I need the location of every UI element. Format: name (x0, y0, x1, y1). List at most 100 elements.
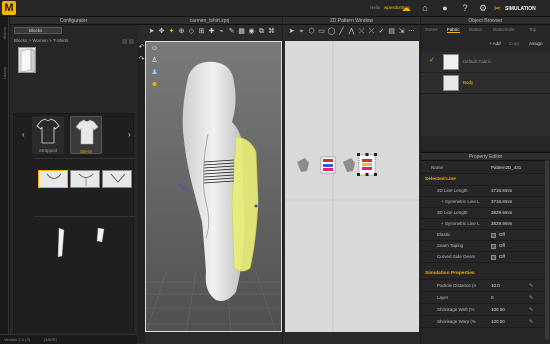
property-key: Seam Taping (437, 243, 464, 248)
property-editor-scrollbar[interactable] (545, 160, 549, 340)
garment-view-icon[interactable]: ♙ (150, 56, 159, 65)
block-thumbnail[interactable] (18, 47, 36, 73)
breadcrumb[interactable]: Blocks > Woman > T-Shirts (14, 38, 68, 43)
property-value[interactable]: 0 (491, 293, 494, 303)
pattern-piece-front (320, 156, 336, 174)
pin-tool-icon[interactable]: ⊕ (177, 27, 186, 36)
divider (34, 216, 134, 217)
sleeve-variant-long[interactable] (54, 226, 68, 260)
grid-view-button[interactable] (122, 39, 127, 44)
account-icon[interactable]: ● (440, 2, 450, 14)
side-panel-strip: History Library (0, 17, 9, 344)
tape-tool-icon[interactable]: ▤ (387, 27, 396, 36)
seam-taping-toggle[interactable] (491, 244, 496, 249)
copy-fabric-button[interactable]: Copy (509, 41, 520, 46)
2d-toolbar: ➤ ⌖ ⬡ ▭ ◯ ╱ ⋀ ⤬ ⤫ ✓ ▤ ⇲ ⋯ (285, 27, 419, 39)
avatar-view-icon[interactable]: ☺ (150, 44, 159, 53)
free-sewing-tool-icon[interactable]: ⤫ (367, 27, 376, 36)
measure-tool-icon[interactable]: ⌁ (217, 27, 226, 36)
tab-fabric[interactable]: Fabric (447, 26, 460, 33)
list-view-button[interactable] (129, 39, 134, 44)
fabric-swatch (443, 75, 459, 91)
property-value[interactable]: 10.0 (491, 281, 500, 291)
assign-fabric-button[interactable]: Assign (529, 41, 543, 46)
section-header[interactable]: Simulation Properties (421, 269, 545, 280)
tab-button[interactable]: Button (469, 26, 482, 33)
pattern-more-tool-icon[interactable]: ⋯ (407, 27, 416, 36)
simulation-mode-label[interactable]: SIMULATION (505, 6, 536, 12)
help-icon[interactable]: ? (460, 2, 470, 14)
fabric-swatch (443, 54, 459, 70)
property-row: 3D Line Length 3829.9mm (421, 208, 545, 219)
style-card-strapped[interactable]: Strapped (32, 116, 64, 154)
segment-sewing-tool-icon[interactable]: ⤬ (357, 27, 366, 36)
property-value[interactable]: 3829.9mm (491, 208, 512, 218)
brush-tool-icon[interactable]: ✎ (227, 27, 236, 36)
tack-tool-icon[interactable]: ✚ (207, 27, 216, 36)
polygon-tool-icon[interactable]: ⬡ (307, 27, 316, 36)
edit-icon[interactable]: ✎ (529, 293, 533, 303)
home-icon[interactable]: ⌂ (420, 2, 430, 14)
property-value[interactable]: 100.00 (491, 317, 505, 327)
property-value[interactable]: 3829.9mm (491, 219, 512, 229)
button-tool-icon[interactable]: ◉ (247, 27, 256, 36)
name-field[interactable]: Pattern2D_431 (491, 163, 521, 173)
internal-line-tool-icon[interactable]: ╱ (337, 27, 346, 36)
fold-arrange-tool-icon[interactable]: ⇲ (397, 27, 406, 36)
section-header[interactable]: Selected Line (421, 175, 545, 186)
list-item[interactable]: ✓ Default Fabric (421, 52, 550, 73)
2d-viewport[interactable] (285, 41, 419, 332)
property-row: 2D Line Length 3716.8mm (421, 186, 545, 197)
list-item[interactable]: Body (421, 73, 550, 94)
edit-icon[interactable]: ✎ (529, 281, 533, 291)
elastic-toggle[interactable] (491, 233, 496, 238)
rectangle-tool-icon[interactable]: ▭ (317, 27, 326, 36)
graphic-tool-icon[interactable]: ⌘ (267, 27, 276, 36)
neckline-round-icon (46, 173, 62, 179)
fabric-view-icon[interactable]: ♟ (150, 68, 159, 77)
property-value[interactable]: 3716.8mm (491, 186, 512, 196)
simulation-mode-icon[interactable]: ✂ (494, 4, 501, 13)
arrange-tool-icon[interactable]: ⊞ (197, 27, 206, 36)
neckline-henley-icon (78, 173, 94, 186)
edit-icon[interactable]: ✎ (529, 305, 533, 315)
cloud-icon[interactable]: ☁ (400, 2, 412, 14)
library-tab[interactable]: Library (2, 67, 7, 79)
transform-tool-icon[interactable]: ➤ (287, 27, 296, 36)
select-tool-icon[interactable]: ➤ (147, 27, 156, 36)
3d-viewport[interactable]: ☺ ♙ ♟ ☻ (145, 41, 282, 332)
neckline-variant-henley[interactable] (70, 170, 100, 188)
history-tab[interactable]: History (2, 27, 7, 39)
circle-tool-icon[interactable]: ◯ (327, 27, 336, 36)
check-icon: ✓ (429, 57, 435, 64)
sleeve-variant-short[interactable] (94, 226, 108, 246)
style-card-set-in[interactable]: Set-In (70, 116, 102, 154)
curved-geometry-toggle[interactable] (491, 255, 496, 260)
zipper-tool-icon[interactable]: ⧉ (257, 27, 266, 36)
tab-scene[interactable]: Scene (425, 26, 438, 33)
edit-point-tool-icon[interactable]: ⌖ (297, 27, 306, 36)
fold-tool-icon[interactable]: ◇ (187, 27, 196, 36)
app-logo[interactable]: M (2, 1, 16, 15)
neckline-variant-round[interactable] (38, 170, 68, 188)
property-value[interactable]: 100.00 (491, 305, 505, 315)
settings-icon[interactable]: ⚙ (478, 2, 488, 14)
add-fabric-button[interactable]: + Add (489, 41, 501, 46)
move-tool-icon[interactable]: ✥ (157, 27, 166, 36)
property-value[interactable]: 3716.8mm (491, 197, 512, 207)
prev-style-arrow[interactable]: ‹ (22, 130, 25, 139)
tab-buttonhole[interactable]: Buttonhole (493, 26, 515, 33)
neckline-variant-vneck[interactable] (102, 170, 132, 188)
next-style-arrow[interactable]: › (128, 130, 131, 139)
check-sewing-tool-icon[interactable]: ✓ (377, 27, 386, 36)
blocks-tab[interactable]: Blocks (14, 27, 62, 34)
edit-icon[interactable]: ✎ (529, 317, 533, 327)
sleeve-long-icon (57, 227, 65, 258)
property-row: Shrinkage Warp (% 100.00 ✎ (421, 317, 545, 328)
dart-tool-icon[interactable]: ⋀ (347, 27, 356, 36)
tab-top[interactable]: Top (529, 26, 536, 33)
skin-view-icon[interactable]: ☻ (150, 80, 159, 89)
texture-tool-icon[interactable]: ▦ (237, 27, 246, 36)
simulate-tool-icon[interactable]: ✦ (167, 27, 176, 36)
tshirt-strapped-icon (36, 118, 60, 144)
